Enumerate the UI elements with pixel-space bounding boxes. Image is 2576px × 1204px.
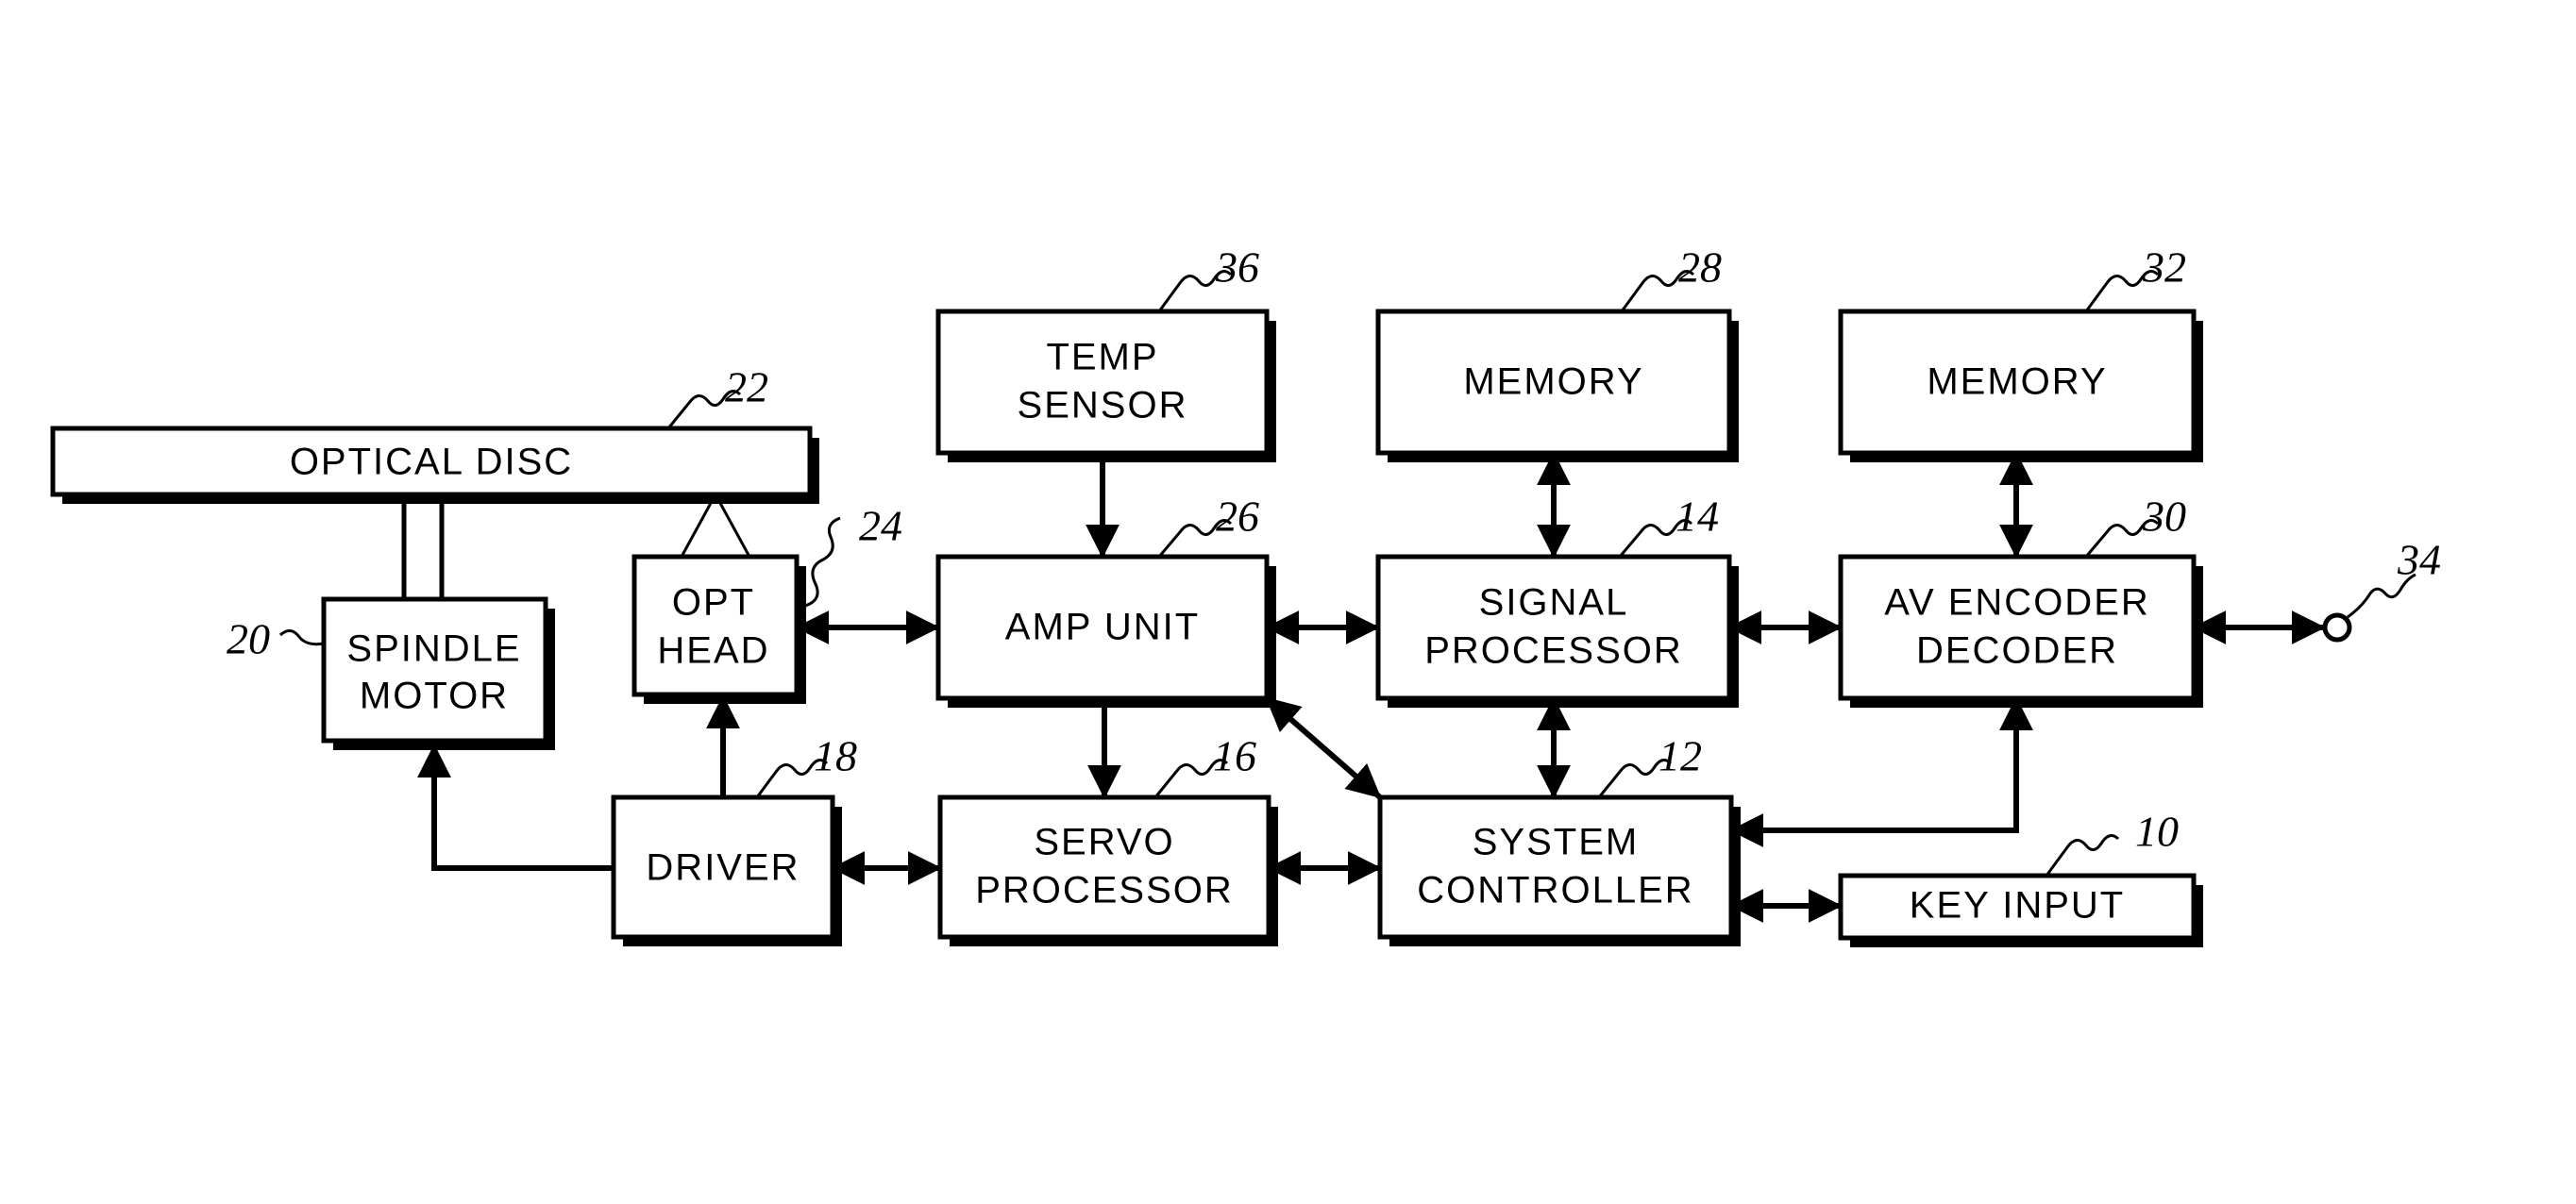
block-memory-32[interactable]: MEMORY	[1838, 309, 2203, 462]
block-label-signal-processor-line2: PROCESSOR	[1424, 630, 1683, 672]
leader-24	[801, 516, 841, 609]
block-opt-head[interactable]: OPT HEAD	[631, 554, 806, 704]
block-spindle-motor[interactable]: SPINDLE MOTOR	[321, 596, 555, 750]
ref-numeral-22: 22	[725, 363, 768, 411]
block-driver[interactable]: DRIVER	[611, 794, 842, 946]
ref-numeral-30: 30	[2142, 493, 2186, 541]
ref-numeral-12: 12	[1658, 732, 1702, 780]
block-memory-28[interactable]: MEMORY	[1375, 309, 1739, 462]
ref-numeral-10: 10	[2135, 808, 2179, 856]
block-label-memory-32: MEMORY	[1927, 361, 2107, 403]
connector-disc-spindle	[401, 494, 445, 599]
block-label-system-controller-line2: CONTROLLER	[1417, 870, 1693, 911]
block-label-temp-sensor-line1: TEMP	[1046, 337, 1158, 378]
block-label-signal-processor-line1: SIGNAL	[1479, 582, 1629, 624]
block-label-opt-head-line1: OPT	[672, 582, 755, 624]
block-label-servo-processor-line2: PROCESSOR	[975, 870, 1234, 911]
block-label-optical-disc: OPTICAL DISC	[290, 442, 573, 483]
ref-numeral-14: 14	[1675, 493, 1719, 541]
ref-numeral-26: 26	[1216, 493, 1259, 541]
block-signal-processor[interactable]: SIGNAL PROCESSOR	[1375, 554, 1739, 708]
block-label-amp-unit: AMP UNIT	[1005, 607, 1200, 648]
ref-numeral-32: 32	[2142, 243, 2186, 292]
block-label-spindle-motor-line2: MOTOR	[360, 676, 509, 717]
block-label-system-controller-line1: SYSTEM	[1473, 822, 1639, 863]
ref-numeral-36: 36	[1215, 243, 1259, 292]
connector-driver-spindle	[417, 744, 614, 871]
external-terminal-node[interactable]	[2322, 612, 2352, 643]
connector-av-syscontroller	[1729, 696, 2033, 847]
block-label-av-encoder-line1: AV ENCODER	[1884, 582, 2150, 624]
ref-numeral-28: 28	[1678, 243, 1722, 292]
block-label-spindle-motor-line1: SPINDLE	[346, 628, 521, 670]
leader-10	[2045, 833, 2120, 877]
block-label-key-input: KEY INPUT	[1910, 885, 2125, 927]
block-label-memory-28: MEMORY	[1463, 361, 1643, 403]
block-optical-disc[interactable]: OPTICAL DISC	[50, 426, 819, 504]
leader-20	[278, 629, 325, 646]
block-key-input[interactable]: KEY INPUT	[1838, 873, 2203, 947]
patent-figure-block-diagram: OPTICAL DISC SPINDLE MOTOR OPT HEAD TEMP…	[0, 0, 2576, 1204]
block-label-av-encoder-line2: DECODER	[1916, 630, 2118, 672]
connector-amp-syscontroller	[1265, 695, 1382, 800]
block-av-encoder-decoder[interactable]: AV ENCODER DECODER	[1838, 554, 2203, 708]
ref-numeral-24: 24	[859, 502, 902, 550]
block-label-driver: DRIVER	[646, 847, 800, 889]
block-temp-sensor[interactable]: TEMP SENSOR	[935, 309, 1276, 462]
ref-numeral-34: 34	[2397, 536, 2441, 584]
block-label-servo-processor-line1: SERVO	[1034, 822, 1174, 863]
block-amp-unit[interactable]: AMP UNIT	[935, 554, 1276, 708]
ref-numeral-18: 18	[814, 732, 857, 780]
ref-numeral-20: 20	[227, 615, 270, 663]
block-label-temp-sensor-line2: SENSOR	[1018, 385, 1188, 426]
block-servo-processor[interactable]: SERVO PROCESSOR	[937, 794, 1278, 946]
ref-numeral-16: 16	[1213, 732, 1256, 780]
block-system-controller[interactable]: SYSTEM CONTROLLER	[1377, 794, 1741, 946]
block-label-opt-head-line2: HEAD	[657, 630, 769, 672]
